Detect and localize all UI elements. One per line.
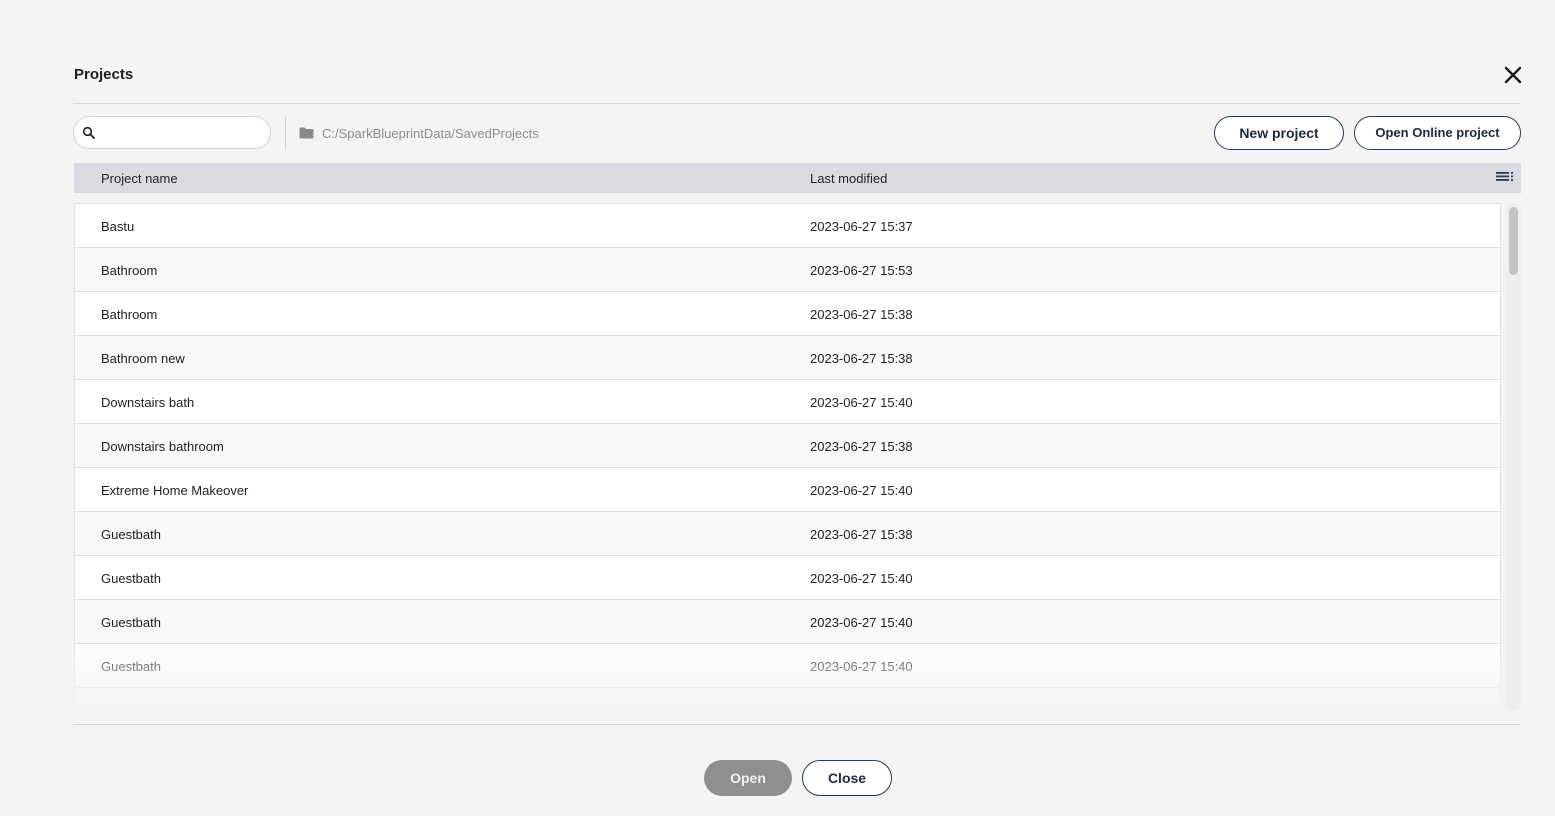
table-row[interactable]: Guestbath 2023-06-27 15:38 <box>75 512 1500 556</box>
last-modified-cell: 2023-06-27 15:38 <box>810 351 913 366</box>
table-row[interactable]: Guestbath 2023-06-27 15:40 <box>75 644 1500 688</box>
project-name-cell: Downstairs bathroom <box>101 439 224 454</box>
last-modified-cell: 2023-06-27 15:40 <box>810 483 913 498</box>
project-name-cell: Guestbath <box>101 527 161 542</box>
table-header: Project name Last modified <box>74 163 1521 193</box>
close-button[interactable]: Close <box>802 760 892 796</box>
project-name-cell: Guestbath <box>101 659 161 674</box>
open-button[interactable]: Open <box>704 760 792 796</box>
table-row[interactable]: Downstairs bathroom 2023-06-27 15:38 <box>75 424 1500 468</box>
dialog-title: Projects <box>74 66 134 83</box>
search-field[interactable] <box>73 116 271 149</box>
table-row[interactable]: Downstairs bath 2023-06-27 15:40 <box>75 380 1500 424</box>
header-divider <box>73 103 1520 104</box>
scrollbar-thumb[interactable] <box>1509 207 1518 275</box>
search-input[interactable] <box>102 121 266 146</box>
project-name-cell: Downstairs bath <box>101 395 195 410</box>
column-header-last-modified[interactable]: Last modified <box>810 171 887 186</box>
project-name-cell: Guestbath <box>101 615 161 630</box>
table-row[interactable]: Guestbath 2023-06-27 15:40 <box>75 556 1500 600</box>
last-modified-cell: 2023-06-27 15:40 <box>810 615 913 630</box>
projects-dialog: Projects C:/SparkBlueprintData/SavedProj… <box>0 0 1555 816</box>
table-row[interactable]: Bathroom new 2023-06-27 15:38 <box>75 336 1500 380</box>
table-row[interactable]: Bathroom 2023-06-27 15:53 <box>75 248 1500 292</box>
list-view-icon[interactable] <box>1496 170 1514 184</box>
project-list: Bastu 2023-06-27 15:37 Bathroom 2023-06-27 … <box>74 203 1501 711</box>
last-modified-cell: 2023-06-27 15:40 <box>810 659 913 674</box>
footer-divider <box>73 724 1520 725</box>
project-name-cell: Extreme Home Makeover <box>101 483 249 498</box>
table-row[interactable]: Guestbath 2023-06-27 15:40 <box>75 600 1500 644</box>
new-project-button[interactable]: New project <box>1214 116 1344 150</box>
project-name-cell: Guestbath <box>101 571 161 586</box>
last-modified-cell: 2023-06-27 15:38 <box>810 307 913 322</box>
last-modified-cell: 2023-06-27 15:38 <box>810 527 913 542</box>
column-header-project-name[interactable]: Project name <box>101 171 178 186</box>
last-modified-cell: 2023-06-27 15:40 <box>810 571 913 586</box>
table-row[interactable]: Bastu 2023-06-27 15:37 <box>75 204 1500 248</box>
folder-icon <box>299 127 314 139</box>
open-online-project-button[interactable]: Open Online project <box>1354 116 1521 150</box>
last-modified-cell: 2023-06-27 15:40 <box>810 395 913 410</box>
search-icon <box>82 126 95 139</box>
table-row[interactable]: Extreme Home Makeover 2023-06-27 15:40 <box>75 468 1500 512</box>
scrollbar[interactable] <box>1505 203 1521 711</box>
project-name-cell: Bastu <box>101 219 135 234</box>
last-modified-cell: 2023-06-27 15:53 <box>810 263 913 278</box>
table-row[interactable]: Bathroom 2023-06-27 15:38 <box>75 292 1500 336</box>
project-folder-path: C:/SparkBlueprintData/SavedProjects <box>322 126 539 141</box>
project-name-cell: Bathroom <box>101 263 158 278</box>
last-modified-cell: 2023-06-27 15:38 <box>810 439 913 454</box>
last-modified-cell: 2023-06-27 15:37 <box>810 219 913 234</box>
close-icon[interactable] <box>1500 62 1526 88</box>
toolbar-divider <box>285 116 286 150</box>
project-name-cell: Bathroom <box>101 307 158 322</box>
project-name-cell: Bathroom new <box>101 351 185 366</box>
